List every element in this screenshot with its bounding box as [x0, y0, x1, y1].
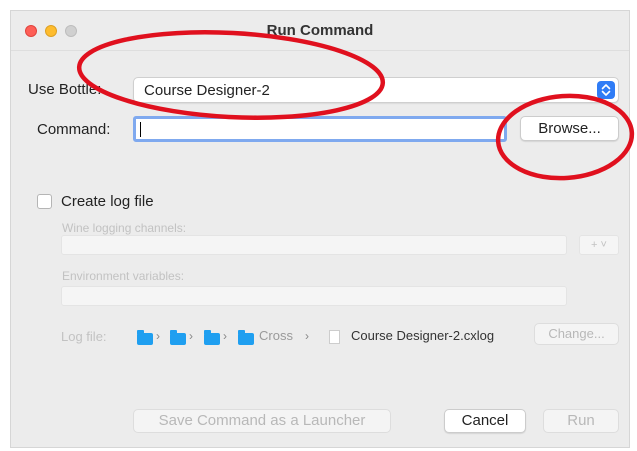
annotation-overlay [76, 30, 635, 181]
annotation-circle-browse [495, 93, 635, 181]
annotation-circle-bottle [76, 30, 386, 120]
